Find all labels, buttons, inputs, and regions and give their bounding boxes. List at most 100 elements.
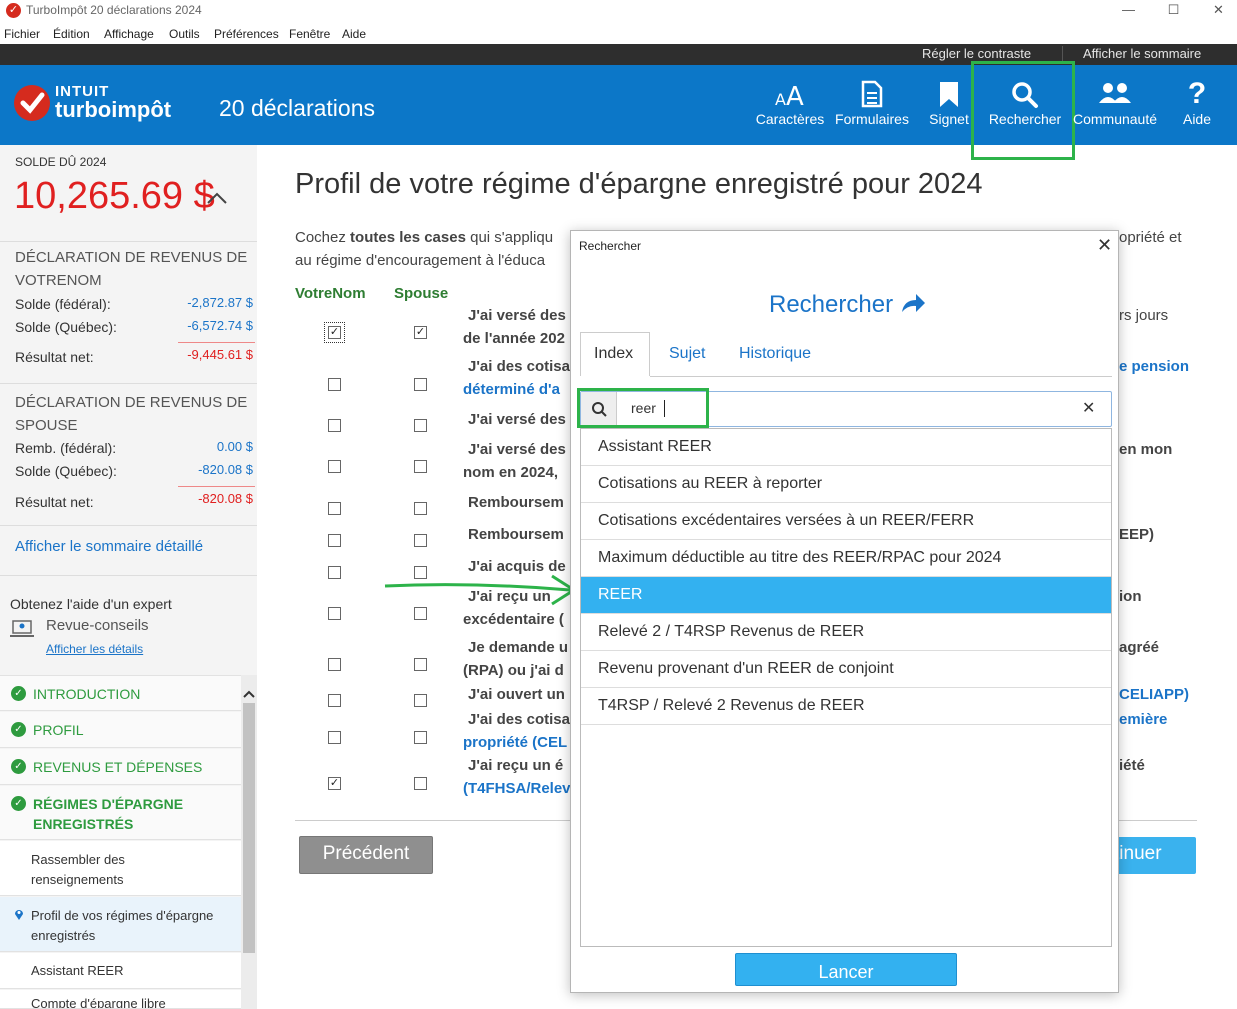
result-item[interactable]: Cotisations au REER à reporter <box>581 466 1111 503</box>
checkbox-votrenom[interactable] <box>328 694 341 707</box>
question-fragment[interactable]: CELIAPP) <box>1119 686 1189 703</box>
nav-label: RÉGIMES D'ÉPARGNE ENREGISTRÉS <box>33 796 184 832</box>
menubar: Fichier Édition Affichage Outils Préfére… <box>0 24 1237 44</box>
nav-celi[interactable]: Compte d'épargne libre <box>0 990 241 1009</box>
question-text: J'ai versé des <box>468 441 566 458</box>
checkbox-spouse[interactable] <box>414 419 427 432</box>
column-header-votrenom: VotreNom <box>295 285 366 302</box>
tab-sujet[interactable]: Sujet <box>669 345 705 363</box>
result-item[interactable]: Maximum déductible au titre des REER/RPA… <box>581 540 1111 577</box>
nav-regimes-epargne[interactable]: ✓ RÉGIMES D'ÉPARGNE ENREGISTRÉS <box>0 786 241 840</box>
result-item[interactable]: Cotisations excédentaires versées à un R… <box>581 503 1111 540</box>
header-communaute-button[interactable]: Communauté <box>1072 79 1158 135</box>
close-icon[interactable]: ✕ <box>1097 235 1112 256</box>
previous-button[interactable]: Précédent <box>299 836 433 874</box>
header-aide-button[interactable]: ? Aide <box>1176 79 1218 135</box>
window-titlebar: ✓ TurboImpôt 20 déclarations 2024 — ☐ ✕ <box>0 0 1237 22</box>
detailed-summary-link[interactable]: Afficher le sommaire détaillé <box>15 538 203 555</box>
nav-label: Rassembler des renseignements <box>31 852 125 887</box>
checkbox-votrenom[interactable] <box>328 534 341 547</box>
checkbox-votrenom[interactable]: ✓ <box>328 777 341 790</box>
checkbox-spouse[interactable] <box>414 378 427 391</box>
menu-aide[interactable]: Aide <box>342 27 366 41</box>
menu-preferences[interactable]: Préférences <box>214 27 279 41</box>
checkbox-votrenom[interactable] <box>328 378 341 391</box>
tab-index-label[interactable]: Index <box>594 345 633 363</box>
menu-fichier[interactable]: Fichier <box>4 27 40 41</box>
question-fragment: iété <box>1119 757 1145 774</box>
question-fragment[interactable]: e pension <box>1119 358 1189 375</box>
nav-label: PROFIL <box>33 722 84 738</box>
question-text: J'ai reçu un é <box>468 757 564 774</box>
checkbox-spouse[interactable] <box>414 777 427 790</box>
result-item[interactable]: Revenu provenant d'un REER de conjoint <box>581 651 1111 688</box>
checkbox-votrenom[interactable] <box>328 566 341 579</box>
result-item[interactable]: Relevé 2 / T4RSP Revenus de REER <box>581 614 1111 651</box>
checkbox-spouse[interactable] <box>414 694 427 707</box>
nav-revenus-depenses[interactable]: ✓ REVENUS ET DÉPENSES <box>0 749 241 785</box>
result-item[interactable]: REER <box>581 577 1111 614</box>
question-text-line2: excédentaire ( <box>463 611 564 628</box>
menu-affichage[interactable]: Affichage <box>104 27 154 41</box>
intro-text-c: qui s'appliqu <box>465 229 554 246</box>
menu-edition[interactable]: Édition <box>53 27 90 41</box>
checkbox-votrenom[interactable] <box>328 658 341 671</box>
question-text-line2[interactable]: propriété (CEL <box>463 734 567 751</box>
question-text-line2[interactable]: (T4FHSA/Relev <box>463 780 571 797</box>
tab-divider <box>650 376 1112 377</box>
checkbox-spouse[interactable] <box>414 534 427 547</box>
launch-button[interactable]: Lancer <box>735 953 957 986</box>
question-fragment[interactable]: emière <box>1119 711 1167 728</box>
header-signet-button[interactable]: Signet <box>926 79 972 135</box>
community-icon <box>1072 79 1158 109</box>
result-item[interactable]: T4RSP / Relevé 2 Revenus de REER <box>581 688 1111 725</box>
question-text-line2[interactable]: déterminé d'a <box>463 381 560 398</box>
checkbox-votrenom[interactable]: ✓ <box>324 322 345 343</box>
checkbox-spouse[interactable] <box>414 607 427 620</box>
checkbox-spouse[interactable]: ✓ <box>414 326 427 339</box>
question-text-line2: (RPA) ou j'ai d <box>463 662 564 679</box>
nav-profil-regimes[interactable]: Profil de vos régimes d'épargne enregist… <box>0 897 241 952</box>
checkbox-votrenom[interactable] <box>328 731 341 744</box>
minimize-button[interactable]: — <box>1106 0 1151 22</box>
maximize-button[interactable]: ☐ <box>1151 0 1196 22</box>
checkbox-votrenom[interactable] <box>328 460 341 473</box>
nav-profil[interactable]: ✓ PROFIL <box>0 712 241 748</box>
checkbox-spouse[interactable] <box>414 731 427 744</box>
nav-assistant-reer[interactable]: Assistant REER <box>0 953 241 989</box>
close-window-button[interactable]: ✕ <box>1196 0 1237 22</box>
chevron-up-icon[interactable] <box>243 685 255 703</box>
header-button-label: Aide <box>1182 111 1212 127</box>
results-list[interactable]: Assistant REER Cotisations au REER à repo… <box>580 428 1112 947</box>
contrast-link[interactable]: Régler le contraste <box>922 46 1031 61</box>
checkbox-spouse[interactable] <box>414 658 427 671</box>
header-formulaires-button[interactable]: Formulaires <box>834 79 910 135</box>
chevron-up-icon[interactable] <box>206 191 228 210</box>
left-sidebar: SOLDE DÛ 2024 10,265.69 $ DÉCLARATION DE… <box>0 145 257 1009</box>
expert-details-link[interactable]: Afficher les détails <box>46 642 143 656</box>
intro-text-bold: toutes les cases <box>350 229 466 246</box>
scrollbar-thumb[interactable] <box>243 703 255 953</box>
summary-link[interactable]: Afficher le sommaire <box>1083 46 1201 61</box>
menu-fenetre[interactable]: Fenêtre <box>289 27 330 41</box>
page-title: Profil de votre régime d'épargne enregis… <box>295 168 983 200</box>
checkbox-votrenom[interactable] <box>328 502 341 515</box>
question-text-line2: nom en 2024, <box>463 464 559 481</box>
checkbox-spouse[interactable] <box>414 460 427 473</box>
dialog-heading-text: Rechercher <box>769 291 894 318</box>
clear-search-icon[interactable]: ✕ <box>1082 398 1095 418</box>
checkbox-votrenom[interactable] <box>328 607 341 620</box>
tab-historique[interactable]: Historique <box>739 345 811 363</box>
help-icon: ? <box>1187 77 1207 110</box>
header-caracteres-button[interactable]: AA Caractères <box>754 79 826 135</box>
menu-outils[interactable]: Outils <box>169 27 200 41</box>
sidebar-scrollbar[interactable] <box>241 675 257 1009</box>
nav-introduction[interactable]: ✓ INTRODUCTION <box>0 675 241 711</box>
checkbox-votrenom[interactable] <box>328 419 341 432</box>
question-fragment: agréé <box>1119 639 1160 656</box>
nav-rassembler[interactable]: Rassembler des renseignements <box>0 841 241 896</box>
result-item[interactable]: Assistant REER <box>581 429 1111 466</box>
checkbox-spouse[interactable] <box>414 502 427 515</box>
question-text: Remboursem <box>468 494 564 511</box>
intro-text-right: opriété et <box>1119 229 1182 246</box>
